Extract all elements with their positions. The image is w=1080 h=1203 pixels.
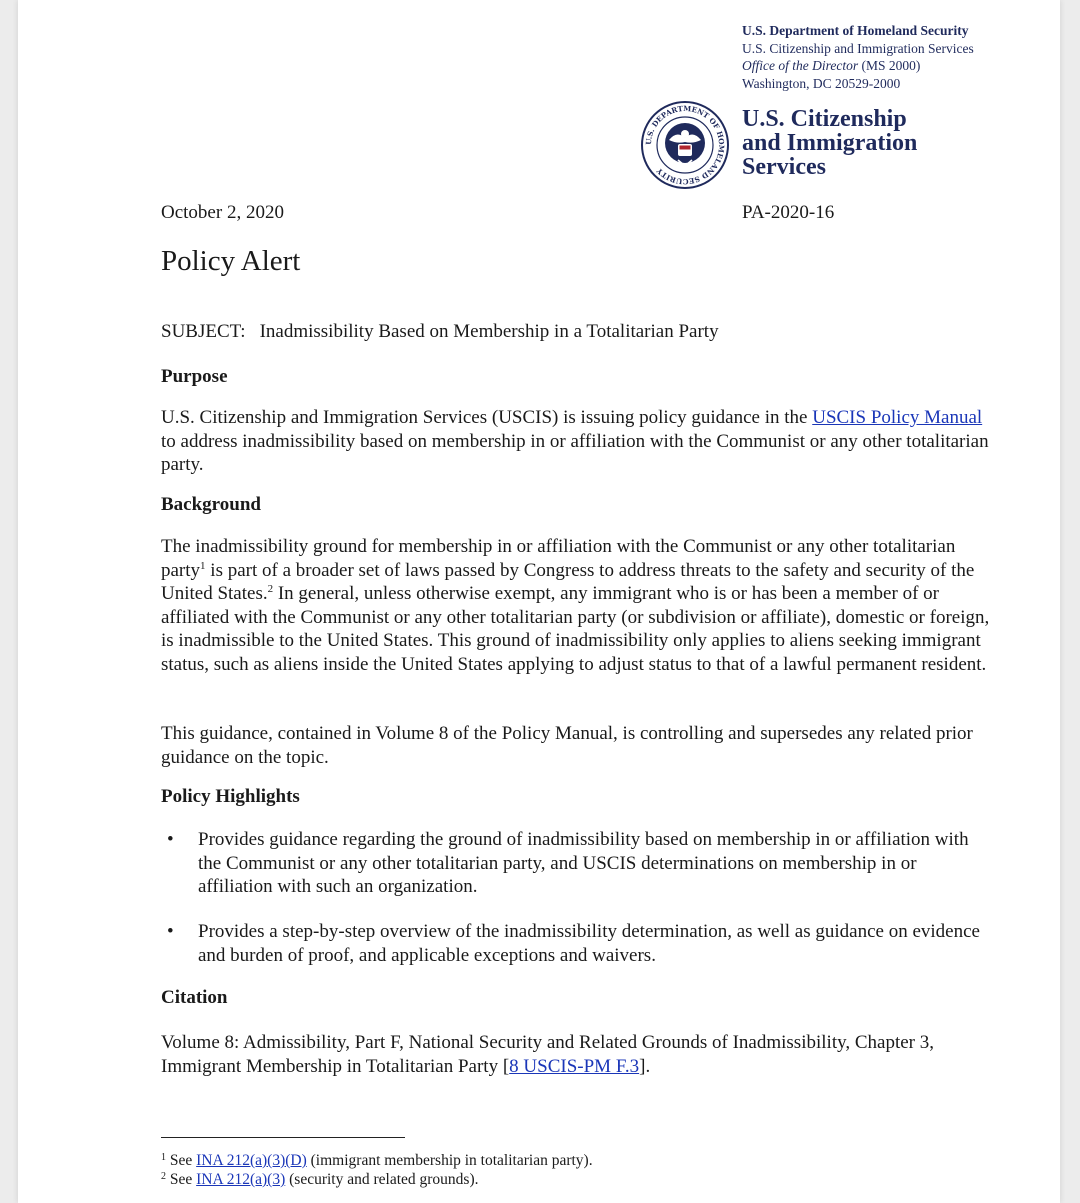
- ina-212-a-3-link[interactable]: INA 212(a)(3): [196, 1171, 285, 1188]
- agency-brand: U.S. Citizenship and Immigration Service…: [742, 106, 918, 180]
- background-paragraph-2: This guidance, contained in Volume 8 of …: [161, 723, 973, 768]
- dhs-seal-icon: U.S. DEPARTMENT OF HOMELAND SECURITY: [641, 101, 729, 189]
- purpose-paragraph: U.S. Citizenship and Immigration Service…: [161, 407, 989, 475]
- ina-212-a-3-d-link[interactable]: INA 212(a)(3)(D): [196, 1152, 307, 1169]
- bullet-icon: •: [167, 921, 174, 942]
- purpose-heading: Purpose: [161, 366, 228, 387]
- citation-paragraph: Volume 8: Admissibility, Part F, Nationa…: [161, 1032, 935, 1077]
- office-line: Office of the Director (MS 2000): [742, 58, 921, 73]
- citation-link[interactable]: 8 USCIS-PM F.3: [509, 1056, 639, 1077]
- background-paragraph: The inadmissibility ground for membershi…: [161, 536, 990, 675]
- page-title: Policy Alert: [161, 245, 301, 277]
- footnote-divider: [161, 1137, 405, 1138]
- address-line: Washington, DC 20529-2000: [742, 75, 901, 91]
- alert-id: PA-2020-16: [742, 202, 835, 223]
- footnote-2: 2 See INA 212(a)(3) (security and relate…: [161, 1171, 479, 1188]
- highlights-heading: Policy Highlights: [161, 786, 300, 807]
- document-date: October 2, 2020: [161, 202, 284, 223]
- uscis-policy-manual-link[interactable]: USCIS Policy Manual: [812, 407, 982, 428]
- document-page: U.S. Department of Homeland Security U.S…: [18, 0, 1060, 1203]
- citation-heading: Citation: [161, 987, 228, 1008]
- background-heading: Background: [161, 494, 261, 515]
- footnote-1: 1 See INA 212(a)(3)(D) (immigrant member…: [161, 1152, 593, 1169]
- bullet-icon: •: [167, 829, 174, 850]
- subject-line: SUBJECT: Inadmissibility Based on Members…: [161, 321, 719, 343]
- letterhead-address: U.S. Department of Homeland Security U.S…: [742, 22, 974, 92]
- department-name: U.S. Department of Homeland Security: [742, 23, 969, 38]
- subject-text: Inadmissibility Based on Membership in a…: [259, 321, 719, 342]
- agency-name: U.S. Citizenship and Immigration Service…: [742, 40, 974, 56]
- subject-label: SUBJECT:: [161, 321, 246, 342]
- list-item: • Provides guidance regarding the ground…: [167, 829, 969, 897]
- list-item: • Provides a step-by-step overview of th…: [167, 921, 980, 966]
